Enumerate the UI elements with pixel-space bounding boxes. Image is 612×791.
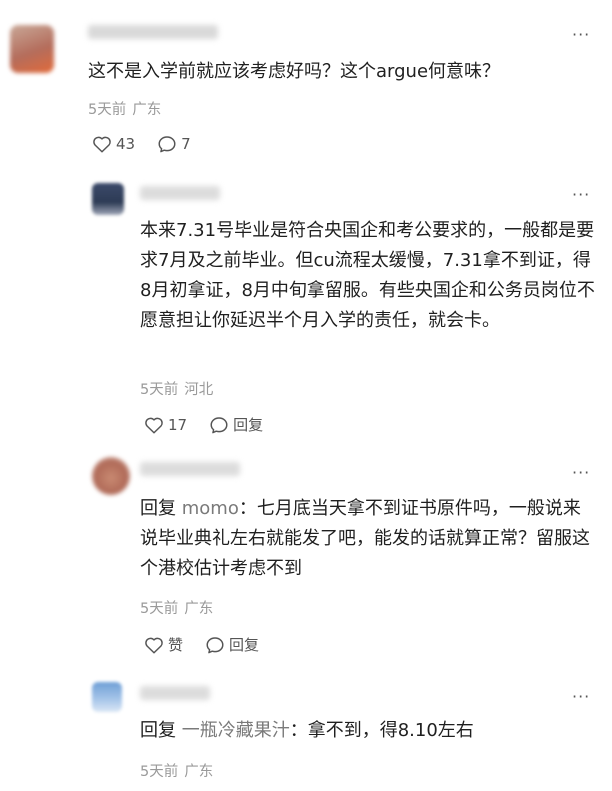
comment-location: 广东	[184, 764, 214, 780]
comment-time: 5天前	[88, 102, 127, 118]
reply-count: 7	[181, 135, 191, 153]
avatar[interactable]	[92, 183, 124, 215]
more-options-icon[interactable]: ···	[572, 27, 590, 43]
like-button[interactable]: 赞	[144, 634, 183, 655]
comment-location: 广东	[132, 102, 162, 118]
reply-prefix: 回复	[140, 720, 176, 741]
comment-text: 回复 momo：七月底当天拿不到证书原件吗，一般说来说毕业典礼左右就能发了吧，能…	[140, 494, 595, 584]
more-options-icon[interactable]: ···	[572, 465, 590, 481]
comment-text: 这不是入学前就应该考虑好吗？这个argue何意味？	[88, 61, 501, 82]
reply-button[interactable]: 回复	[209, 414, 263, 435]
comment-bubble-icon	[210, 416, 228, 433]
like-label: 赞	[168, 636, 184, 654]
comment-bubble-icon	[206, 636, 224, 653]
like-count: 17	[168, 415, 188, 434]
comment-meta: 5天前 广东	[140, 760, 219, 781]
comment-time: 5天前	[140, 764, 179, 780]
reply-text: ：拿不到，得8.10左右	[289, 720, 474, 741]
reply-target-user[interactable]: 一瓶冷藏果汁	[182, 720, 290, 741]
avatar[interactable]	[10, 25, 54, 73]
comment-bubble-icon	[158, 136, 176, 153]
username-redacted[interactable]	[140, 686, 210, 700]
comment-meta: 5天前 河北	[140, 378, 219, 399]
username-redacted[interactable]	[88, 25, 218, 39]
reply-prefix: 回复	[140, 498, 176, 519]
heart-icon	[93, 136, 111, 153]
reply-label: 回复	[233, 416, 264, 434]
reply-button[interactable]: 7	[157, 135, 191, 153]
comment-text: 本来7.31号毕业是符合央国企和考公要求的，一般都是要求7月及之前毕业。但cu流…	[140, 220, 595, 331]
like-button[interactable]: 17	[144, 416, 187, 434]
avatar[interactable]	[92, 457, 130, 495]
comment-text: 回复 一瓶冷藏果汁：拿不到，得8.10左右	[140, 716, 595, 746]
heart-icon	[145, 417, 163, 434]
username-redacted[interactable]	[140, 462, 240, 476]
reply-button[interactable]: 回复	[205, 634, 259, 655]
comment-time: 5天前	[140, 601, 179, 617]
reply-target-user[interactable]: momo	[182, 498, 239, 519]
comment-meta: 5天前 广东	[88, 98, 167, 119]
like-count: 43	[116, 135, 136, 153]
more-options-icon[interactable]: ···	[572, 689, 590, 705]
comment-location: 河北	[184, 382, 214, 398]
heart-icon	[145, 637, 163, 654]
avatar[interactable]	[92, 682, 122, 712]
comment-location: 广东	[184, 601, 214, 617]
reply-label: 回复	[229, 636, 260, 654]
comment-time: 5天前	[140, 382, 179, 398]
comment-meta: 5天前 广东	[140, 597, 219, 618]
more-options-icon[interactable]: ···	[572, 187, 590, 203]
username-redacted[interactable]	[140, 186, 220, 200]
comment-actions: 17 回复	[144, 414, 285, 435]
comment-actions: 赞 回复	[144, 634, 281, 655]
like-button[interactable]: 43	[92, 135, 135, 153]
comment-actions: 43 7	[92, 135, 213, 153]
